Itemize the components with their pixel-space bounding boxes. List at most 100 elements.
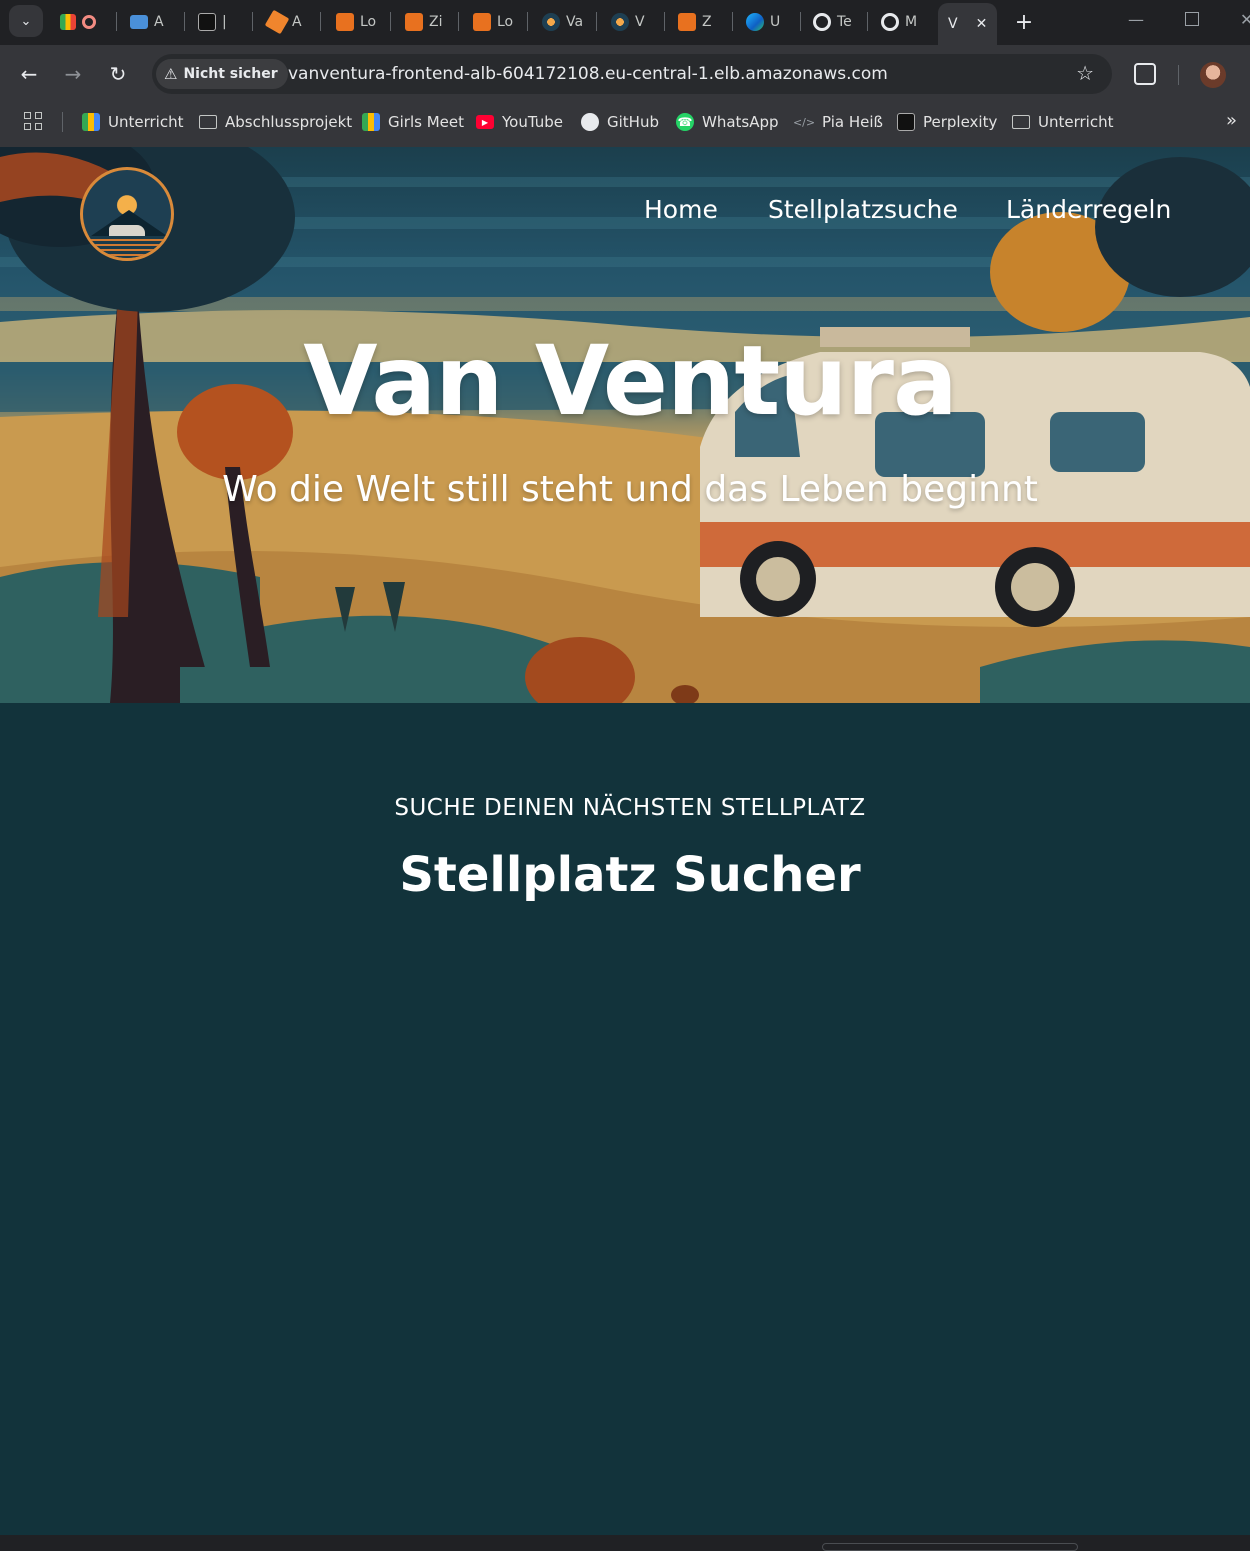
tab-label: V [635, 13, 645, 30]
nav-link-laenderregeln[interactable]: Länderregeln [1006, 195, 1171, 224]
tab-2[interactable]: A [130, 6, 164, 37]
folder-icon [199, 115, 217, 129]
web-page: Home Stellplatzsuche Länderregeln Van Ve… [0, 147, 1250, 1535]
tab-1[interactable] [60, 6, 96, 37]
edge-icon [746, 12, 764, 31]
aws-console-icon [405, 12, 423, 31]
google-meet-icon [82, 113, 100, 131]
aws-console-icon [336, 12, 354, 31]
reload-icon[interactable]: ↻ [105, 61, 131, 87]
bookmark-girls-meet[interactable]: Girls Meet [362, 112, 464, 132]
tab-label: Lo [360, 13, 377, 30]
aws-cube-icon [264, 9, 290, 34]
meet-record-icon [60, 13, 76, 30]
bookmark-perplexity[interactable]: Perplexity [897, 112, 997, 132]
security-chip[interactable]: ⚠ Nicht sicher [156, 59, 288, 89]
bookmark-unterricht[interactable]: Unterricht [82, 112, 183, 132]
tab-13[interactable]: M [881, 6, 917, 37]
whatsapp-icon: ☎ [676, 113, 694, 131]
tab-11[interactable]: U [746, 6, 780, 37]
bookmark-abschlussprojekt[interactable]: Abschlussprojekt [199, 112, 352, 132]
tab-label: A [154, 13, 164, 30]
record-icon [82, 14, 96, 29]
nav-link-home[interactable]: Home [644, 195, 718, 224]
tab-10[interactable]: Z [678, 6, 712, 37]
youtube-icon: ▶ [476, 115, 494, 129]
bookmark-github[interactable]: GitHub [581, 112, 659, 132]
github-icon [581, 113, 599, 131]
vanventura-icon [542, 12, 560, 31]
tab-active[interactable]: V ✕ [938, 3, 998, 45]
security-label: Nicht sicher [183, 66, 278, 82]
bookmark-whatsapp[interactable]: ☎ WhatsApp [676, 112, 779, 132]
bookmark-label: Unterricht [1038, 113, 1114, 131]
tab-label: V [948, 16, 958, 32]
hero-subtitle: Wo die Welt still steht und das Leben be… [222, 469, 1038, 510]
code-icon: </> [792, 115, 816, 129]
section-eyebrow: SUCHE DEINEN NÄCHSTEN STELLPLATZ [394, 795, 866, 821]
tab-4[interactable]: A [264, 6, 302, 37]
bookmark-youtube[interactable]: ▶ YouTube [476, 112, 563, 132]
extensions-puzzle-icon[interactable] [1134, 63, 1156, 85]
new-tab-plus-icon[interactable]: + [1010, 8, 1038, 36]
tab-label: U [770, 13, 781, 30]
tab-label: Va [566, 13, 584, 30]
tab-8[interactable]: Va [542, 6, 583, 37]
tab-6[interactable]: Zi [405, 6, 442, 37]
back-arrow-icon[interactable]: ← [16, 61, 42, 87]
tab-12[interactable]: Te [813, 6, 852, 37]
tab-label: A [292, 13, 302, 30]
tab-label: Zi [429, 13, 443, 30]
tab-search-chevron-down-icon[interactable]: ⌄ [9, 5, 43, 37]
maximize-icon[interactable] [1185, 12, 1199, 26]
bookmark-label: Girls Meet [388, 113, 464, 131]
apps-grid-icon[interactable] [24, 112, 42, 130]
minimize-icon[interactable]: — [1128, 10, 1144, 29]
tab-5[interactable]: Lo [336, 6, 376, 37]
remote-desktop-icon [130, 14, 148, 29]
aws-console-icon [678, 12, 696, 31]
warning-triangle-icon: ⚠ [164, 65, 178, 83]
bookmark-label: GitHub [607, 113, 659, 131]
close-window-icon[interactable]: ✕ [1240, 10, 1250, 29]
tab-label: Te [837, 13, 852, 30]
bookmark-label: Abschlussprojekt [225, 113, 353, 131]
github-copilot-icon [881, 12, 899, 31]
url-text[interactable]: vanventura-frontend-alb-604172108.eu-cen… [288, 64, 888, 84]
hero-title: Van Ventura [303, 325, 957, 437]
tab-7[interactable]: Lo [473, 6, 513, 37]
forward-arrow-icon[interactable]: → [60, 61, 86, 87]
perplexity-icon [198, 12, 216, 31]
tab-label: | [222, 13, 227, 30]
section-title: Stellplatz Sucher [399, 847, 861, 903]
bookmark-label: WhatsApp [702, 113, 779, 131]
tab-label: Lo [497, 13, 514, 30]
aws-console-icon [473, 12, 491, 31]
nav-link-stellplatzsuche[interactable]: Stellplatzsuche [768, 195, 958, 224]
site-logo[interactable] [80, 167, 174, 261]
browser-toolbar: ← → ↻ ⚠ Nicht sicher vanventura-frontend… [0, 45, 1250, 103]
bookmark-unterricht-folder[interactable]: Unterricht [1012, 112, 1113, 132]
bookmark-pia-heiss[interactable]: </> Pia Heiß [792, 112, 883, 132]
tab-3[interactable]: | [198, 6, 227, 37]
bookmark-label: Pia Heiß [822, 113, 883, 131]
close-tab-icon[interactable]: ✕ [976, 16, 988, 32]
tab-label: M [905, 13, 918, 30]
address-bar[interactable]: ⚠ Nicht sicher vanventura-frontend-alb-6… [152, 54, 1112, 94]
bookmark-label: Perplexity [923, 113, 998, 131]
tab-strip: ⌄ A | A Lo Zi Lo Va V Z U Te M V ✕ + — ✕ [0, 0, 1250, 45]
more-bookmarks-chevron-icon[interactable]: » [1226, 110, 1237, 131]
google-meet-icon [362, 113, 380, 131]
bookmark-label: YouTube [502, 113, 563, 131]
vanventura-icon [611, 12, 629, 31]
bookmark-label: Unterricht [108, 113, 184, 131]
tab-9[interactable]: V [611, 6, 645, 37]
hero-banner: Home Stellplatzsuche Länderregeln Van Ve… [0, 147, 1250, 703]
bookmark-star-icon[interactable]: ☆ [1076, 61, 1094, 85]
bottom-edge [0, 1535, 1250, 1551]
perplexity-icon [897, 113, 915, 131]
tab-label: Z [702, 13, 712, 30]
folder-icon [1012, 115, 1030, 129]
profile-avatar[interactable] [1200, 62, 1226, 88]
github-copilot-icon [813, 12, 831, 31]
